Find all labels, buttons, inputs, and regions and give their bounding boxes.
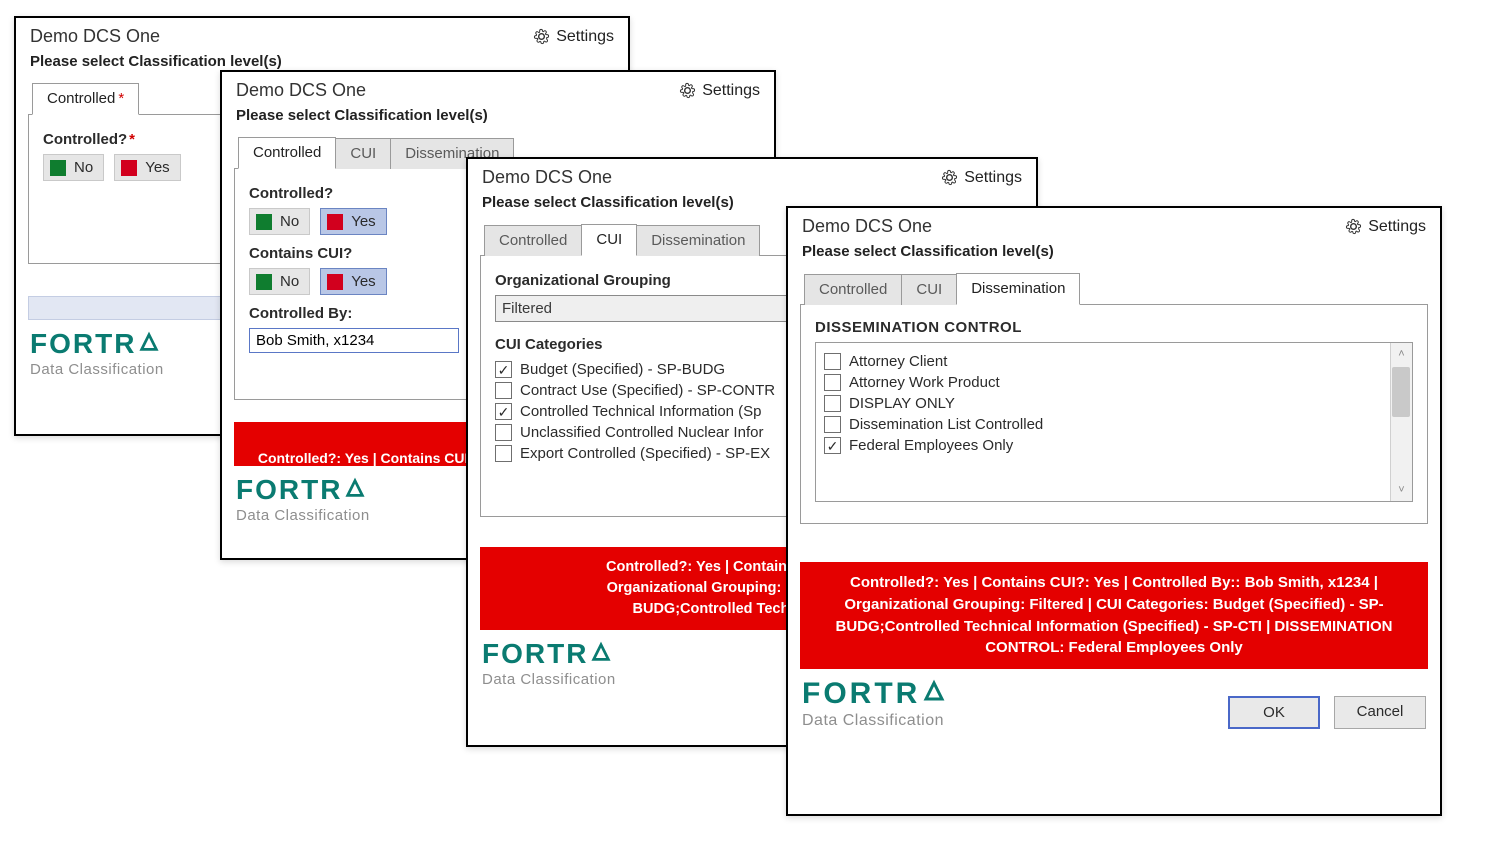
scrollbar[interactable]: ˄ ˅ bbox=[1390, 343, 1412, 501]
settings-label: Settings bbox=[1368, 218, 1426, 236]
controlled-by-input[interactable] bbox=[249, 328, 459, 353]
checkbox-icon[interactable] bbox=[824, 374, 841, 391]
required-asterisk: * bbox=[118, 90, 124, 107]
green-square-icon bbox=[256, 274, 272, 290]
dissemination-label: Federal Employees Only bbox=[849, 437, 1013, 454]
settings-link[interactable]: Settings bbox=[941, 169, 1022, 187]
checkbox-icon[interactable] bbox=[824, 395, 841, 412]
checkbox-icon[interactable] bbox=[495, 361, 512, 378]
checkbox-icon[interactable] bbox=[495, 382, 512, 399]
cui-category-label: Controlled Technical Information (Sp bbox=[520, 403, 762, 420]
checkbox-icon[interactable] bbox=[824, 416, 841, 433]
dissemination-list: Attorney Client Attorney Work Product DISP… bbox=[815, 342, 1413, 502]
red-square-icon bbox=[121, 160, 137, 176]
scroll-down-icon[interactable]: ˅ bbox=[1391, 479, 1412, 501]
dissemination-item[interactable]: Attorney Client bbox=[824, 351, 1384, 372]
checkbox-icon[interactable] bbox=[824, 437, 841, 454]
gear-icon bbox=[533, 28, 550, 45]
app-title: Demo DCS One bbox=[482, 167, 612, 188]
checkbox-icon[interactable] bbox=[495, 424, 512, 441]
tab-controlled[interactable]: Controlled bbox=[484, 225, 582, 256]
dissemination-label: Dissemination List Controlled bbox=[849, 416, 1043, 433]
controlled-question-label: Controlled? bbox=[43, 131, 127, 148]
ok-button[interactable]: OK bbox=[1228, 696, 1320, 729]
tab-cui[interactable]: CUI bbox=[581, 224, 637, 256]
tab-dissemination[interactable]: Dissemination bbox=[956, 273, 1080, 305]
red-square-icon bbox=[327, 274, 343, 290]
tab-controlled[interactable]: Controlled bbox=[238, 137, 336, 169]
scroll-up-icon[interactable]: ˄ bbox=[1391, 343, 1412, 365]
green-square-icon bbox=[50, 160, 66, 176]
cui-category-label: Export Controlled (Specified) - SP-EX bbox=[520, 445, 770, 462]
controlled-no-button[interactable]: No bbox=[43, 154, 104, 181]
settings-label: Settings bbox=[964, 169, 1022, 187]
dissemination-label: DISPLAY ONLY bbox=[849, 395, 955, 412]
settings-link[interactable]: Settings bbox=[1345, 218, 1426, 236]
red-square-icon bbox=[327, 214, 343, 230]
settings-label: Settings bbox=[556, 28, 614, 46]
dissemination-item[interactable]: Dissemination List Controlled bbox=[824, 414, 1384, 435]
classification-prompt: Please select Classification level(s) bbox=[788, 243, 1440, 268]
controlled-yes-button[interactable]: Yes bbox=[320, 208, 386, 235]
scroll-thumb[interactable] bbox=[1392, 367, 1410, 417]
panel-dissemination: DISSEMINATION CONTROL Attorney ClientAtt… bbox=[800, 304, 1428, 524]
settings-link[interactable]: Settings bbox=[533, 28, 614, 46]
app-title: Demo DCS One bbox=[30, 26, 160, 47]
cui-category-label: Contract Use (Specified) - SP-CONTR bbox=[520, 382, 775, 399]
dissemination-item[interactable]: DISPLAY ONLY bbox=[824, 393, 1384, 414]
dialog-step-4: Demo DCS One Settings Please select Clas… bbox=[786, 206, 1442, 816]
dissemination-label: Attorney Work Product bbox=[849, 374, 1000, 391]
dissemination-item[interactable]: Federal Employees Only bbox=[824, 435, 1384, 456]
summary-bar bbox=[28, 296, 228, 320]
controlled-yes-button[interactable]: Yes bbox=[114, 154, 180, 181]
fortra-logo: FORTR Data Classification bbox=[482, 640, 616, 687]
cancel-button[interactable]: Cancel bbox=[1334, 696, 1426, 729]
cui-category-label: Budget (Specified) - SP-BUDG bbox=[520, 361, 725, 378]
summary-banner: Controlled?: Yes | Contains CUI?: Yes | … bbox=[800, 562, 1428, 669]
dissemination-item[interactable]: Attorney Work Product bbox=[824, 372, 1384, 393]
fortra-logo: FORTR Data Classification bbox=[802, 679, 946, 729]
cui-category-label: Unclassified Controlled Nuclear Infor bbox=[520, 424, 763, 441]
app-title: Demo DCS One bbox=[236, 80, 366, 101]
checkbox-icon[interactable] bbox=[495, 445, 512, 462]
tab-controlled[interactable]: Controlled bbox=[804, 274, 902, 305]
controlled-no-button[interactable]: No bbox=[249, 208, 310, 235]
cui-no-button[interactable]: No bbox=[249, 268, 310, 295]
fortra-logo: FORTR Data Classification bbox=[236, 476, 370, 523]
checkbox-icon[interactable] bbox=[824, 353, 841, 370]
tab-controlled[interactable]: Controlled* bbox=[32, 83, 139, 115]
dissemination-label: Attorney Client bbox=[849, 353, 947, 370]
settings-label: Settings bbox=[702, 82, 760, 100]
tab-cui[interactable]: CUI bbox=[335, 138, 391, 169]
fortra-logo: FORTR Data Classification bbox=[30, 330, 164, 377]
required-asterisk: * bbox=[129, 131, 135, 148]
green-square-icon bbox=[256, 214, 272, 230]
cui-yes-button[interactable]: Yes bbox=[320, 268, 386, 295]
gear-icon bbox=[679, 82, 696, 99]
settings-link[interactable]: Settings bbox=[679, 82, 760, 100]
app-title: Demo DCS One bbox=[802, 216, 932, 237]
checkbox-icon[interactable] bbox=[495, 403, 512, 420]
tab-cui[interactable]: CUI bbox=[901, 274, 957, 305]
tab-dissemination[interactable]: Dissemination bbox=[636, 225, 760, 256]
dissemination-control-title: DISSEMINATION CONTROL bbox=[815, 319, 1413, 336]
gear-icon bbox=[1345, 218, 1362, 235]
gear-icon bbox=[941, 169, 958, 186]
classification-prompt: Please select Classification level(s) bbox=[222, 107, 774, 132]
